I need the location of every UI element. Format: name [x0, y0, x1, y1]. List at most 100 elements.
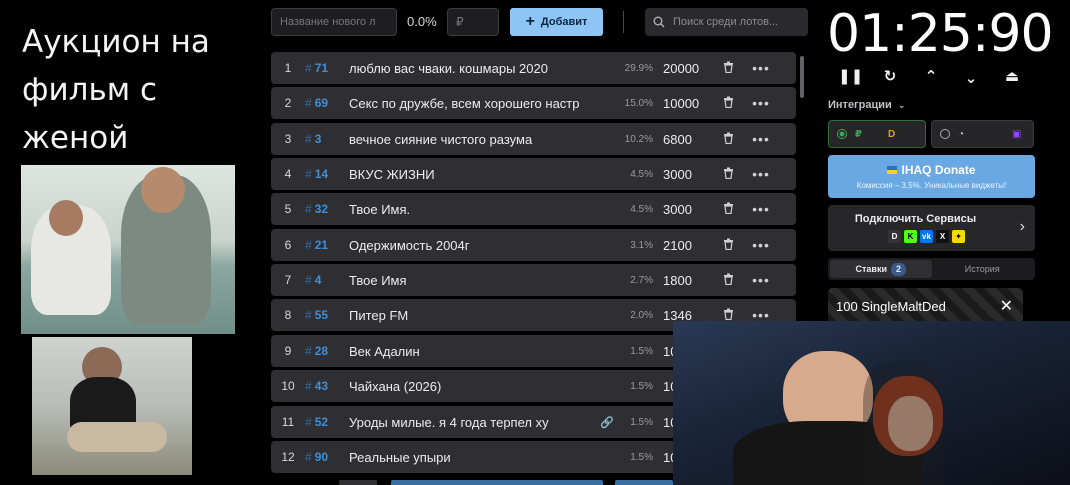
lot-list-scrollbar[interactable] [800, 56, 804, 98]
webcam-feed-room [21, 165, 235, 334]
lot-row[interactable]: 2 #69 Секс по дружбе, всем хорошего настр 1… [271, 87, 796, 119]
lot-id: #14 [305, 167, 329, 181]
lot-title[interactable]: вечное сияние чистого разума [349, 132, 597, 147]
lot-percent: 29.9% [624, 62, 653, 74]
lot-title[interactable]: ВКУС ЖИЗНИ [349, 167, 597, 182]
lot-title[interactable]: Реальные упыри [349, 450, 597, 465]
lot-rank: 11 [281, 415, 295, 429]
link-icon[interactable]: 🔗 [597, 416, 617, 429]
chevron-up-icon[interactable]: ⌃ [920, 66, 942, 88]
service-icons: D K vk X ✦ [888, 230, 965, 243]
toolbar-divider [623, 11, 624, 33]
trash-icon[interactable] [713, 167, 743, 182]
lot-amount[interactable]: 6800 [653, 132, 713, 147]
add-lot-button-label: Добавит [540, 16, 588, 28]
lot-title[interactable]: Питер FM [349, 308, 597, 323]
twitch-icon: ▣ [1012, 128, 1022, 140]
lot-title[interactable]: Уроды милые. я 4 года терпел ху [349, 415, 597, 430]
bid-card[interactable]: 100 SingleMaltDed ✕ [828, 288, 1023, 324]
lot-amount[interactable]: 3000 [653, 202, 713, 217]
ukraine-flag-icon [887, 166, 898, 174]
trash-icon[interactable] [713, 61, 743, 76]
lot-rank: 5 [284, 202, 292, 216]
lot-title[interactable]: Чайхана (2026) [349, 379, 597, 394]
lot-amount[interactable]: 10000 [653, 96, 713, 111]
more-options-icon[interactable]: ••• [743, 166, 779, 182]
lot-amount[interactable]: 2100 [653, 238, 713, 253]
lot-percent: 2.7% [630, 274, 653, 286]
bids-count-badge: 2 [890, 263, 906, 276]
lot-amount[interactable]: 3000 [653, 167, 713, 182]
plus-icon: + [525, 13, 535, 30]
connect-services-title: Подключить Сервисы [854, 213, 977, 225]
donate-banner-subtitle: Комиссия – 3,5%. Уникальные виджеты! [856, 181, 1007, 190]
trash-icon[interactable] [713, 202, 743, 217]
lot-percent: 2.0% [630, 309, 653, 321]
lot-title[interactable]: Твое Имя [349, 273, 597, 288]
lot-rank: 12 [281, 450, 295, 464]
more-options-icon[interactable]: ••• [743, 95, 779, 111]
more-options-icon[interactable]: ••• [743, 201, 779, 217]
lot-rank: 7 [284, 273, 292, 287]
restart-icon[interactable]: ↻ [879, 66, 901, 88]
lot-row[interactable]: 6 #21 Одержимость 2004г 3.1% 2100 ••• [271, 229, 796, 261]
more-options-icon[interactable]: ••• [743, 272, 779, 288]
lot-row[interactable]: 1 #71 люблю вас чваки. кошмары 2020 29.9% 20… [271, 52, 796, 84]
lot-title[interactable]: Секс по дружбе, всем хорошего настр [349, 96, 597, 111]
lot-percent: 4.5% [630, 168, 653, 180]
lot-id: #28 [305, 344, 329, 358]
close-icon[interactable]: ✕ [1000, 296, 1013, 316]
webcam-feed-floor [32, 337, 192, 475]
trash-icon[interactable] [713, 132, 743, 147]
trash-icon[interactable] [713, 96, 743, 111]
dalink-icon: D [888, 230, 901, 243]
chevron-right-icon: › [1019, 218, 1025, 235]
lot-row[interactable]: 4 #14 ВКУС ЖИЗНИ 4.5% 3000 ••• [271, 158, 796, 190]
donate-banner-title: IHAQ Donate [828, 163, 1035, 177]
eject-icon[interactable]: ⏏ [1001, 66, 1023, 88]
lot-title[interactable]: Век Адалин [349, 344, 597, 359]
radio-unselected-icon [940, 129, 950, 139]
ihaq-donate-banner[interactable]: IHAQ Donate Комиссия – 3,5%. Уникальные … [828, 155, 1035, 198]
search-placeholder: Поиск среди лотов... [673, 16, 779, 28]
tab-bids[interactable]: Ставки 2 [830, 260, 932, 278]
integrations-dropdown[interactable]: Интеграции ⌄ [828, 99, 905, 111]
lot-search-input[interactable]: Поиск среди лотов... [645, 8, 808, 36]
pause-icon[interactable]: ❚❚ [838, 66, 863, 88]
trash-icon[interactable] [713, 238, 743, 253]
action-strip [391, 480, 603, 485]
more-options-icon[interactable]: ••• [743, 60, 779, 76]
lot-id: #4 [305, 273, 322, 287]
streamer-webcam [673, 321, 1070, 485]
lot-percent: 1.5% [630, 380, 653, 392]
lot-price-input[interactable]: ₽ [447, 8, 499, 36]
lot-title[interactable]: Одержимость 2004г [349, 238, 597, 253]
lot-rank: 10 [281, 379, 295, 393]
more-options-icon[interactable]: ••• [743, 237, 779, 253]
lot-amount[interactable]: 20000 [653, 61, 713, 76]
x-icon: X [936, 230, 949, 243]
lot-row[interactable]: 3 #3 вечное сияние чистого разума 10.2% 6800… [271, 123, 796, 155]
chevron-down-small-icon: ⌄ [897, 100, 906, 110]
lot-id: #52 [305, 415, 329, 429]
lot-amount[interactable]: 1800 [653, 273, 713, 288]
lot-name-input[interactable]: Название нового л [271, 8, 397, 36]
connect-services-card[interactable]: Подключить Сервисы D K vk X ✦ › [828, 205, 1035, 251]
trash-icon[interactable] [713, 273, 743, 288]
integration-streaming-services[interactable]: ◔ ▣ [931, 120, 1034, 148]
pagination-strip [339, 480, 377, 485]
lot-percent: 1.5% [630, 345, 653, 357]
chevron-down-icon[interactable]: ⌄ [960, 68, 982, 90]
stream-title: Аукцион на фильм с женой [22, 24, 210, 156]
lot-title[interactable]: люблю вас чваки. кошмары 2020 [349, 61, 597, 76]
tab-history[interactable]: История [932, 260, 1034, 278]
integration-donation-services[interactable]: ₽ D [828, 120, 926, 148]
more-options-icon[interactable]: ••• [743, 131, 779, 147]
add-lot-button[interactable]: + Добавит [510, 8, 603, 36]
lot-percent: 15.0% [624, 97, 653, 109]
lot-id: #90 [305, 450, 329, 464]
radio-selected-icon [837, 129, 847, 139]
lot-row[interactable]: 5 #32 Твое Имя. 4.5% 3000 ••• [271, 193, 796, 225]
lot-row[interactable]: 7 #4 Твое Имя 2.7% 1800 ••• [271, 264, 796, 296]
lot-title[interactable]: Твое Имя. [349, 202, 597, 217]
